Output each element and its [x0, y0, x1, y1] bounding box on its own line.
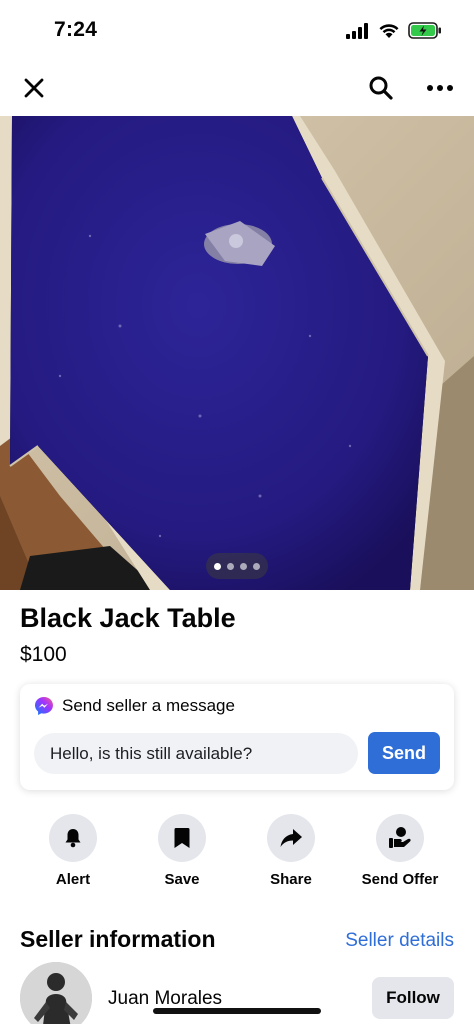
send-offer-button[interactable]: Send Offer [345, 814, 455, 888]
offer-icon [389, 827, 411, 848]
save-button[interactable]: Save [127, 814, 237, 888]
more-button[interactable] [422, 70, 458, 106]
status-bar: 7:24 [0, 0, 474, 60]
bookmark-icon [174, 828, 190, 848]
pager-dot [214, 562, 221, 570]
send-offer-button-circle [376, 814, 424, 862]
share-icon [280, 829, 302, 847]
top-nav [0, 60, 474, 116]
message-card-header: Send seller a message [34, 696, 235, 716]
pager-dot [227, 562, 234, 570]
seller-avatar-image [20, 962, 92, 1024]
message-card-heading: Send seller a message [62, 696, 235, 715]
status-time: 7:24 [54, 18, 98, 41]
pager-dot [253, 562, 260, 570]
search-icon [369, 76, 393, 100]
close-icon [24, 78, 44, 98]
listing-photo[interactable] [0, 116, 474, 590]
alert-label: Alert [55, 871, 91, 888]
share-button-circle [267, 814, 315, 862]
message-card: Send seller a message Hello, is this sti… [20, 684, 454, 790]
send-button[interactable]: Send [368, 732, 440, 774]
home-indicator [153, 1008, 321, 1014]
seller-name[interactable]: Juan Morales [108, 988, 222, 1010]
messenger-icon [35, 697, 53, 715]
alert-button-circle [49, 814, 97, 862]
share-button[interactable]: Share [236, 814, 346, 888]
share-label: Share [270, 871, 312, 888]
alert-button[interactable]: Alert [18, 814, 128, 888]
signal-icon [346, 22, 368, 39]
seller-avatar[interactable] [20, 962, 92, 1024]
bell-icon [65, 829, 81, 848]
battery-icon [408, 22, 441, 39]
action-row: Alert Save Share Send Offer [0, 814, 474, 894]
seller-section-title: Seller information [20, 926, 216, 952]
save-button-circle [158, 814, 206, 862]
seller-details-link[interactable]: Seller details [345, 930, 454, 952]
search-button[interactable] [363, 70, 399, 106]
message-input[interactable]: Hello, is this still available? [34, 733, 358, 774]
listing-price: $100 [20, 643, 67, 666]
wifi-icon [379, 23, 399, 38]
follow-button[interactable]: Follow [372, 977, 454, 1019]
listing-title: Black Jack Table [20, 603, 236, 633]
close-button[interactable] [16, 70, 52, 106]
status-icons [346, 22, 442, 39]
more-icon [427, 85, 453, 91]
listing-photo-image [0, 116, 474, 590]
save-label: Save [164, 871, 200, 888]
photo-pager [206, 553, 268, 579]
send-offer-label: Send Offer [361, 871, 439, 888]
pager-dot [240, 562, 247, 570]
